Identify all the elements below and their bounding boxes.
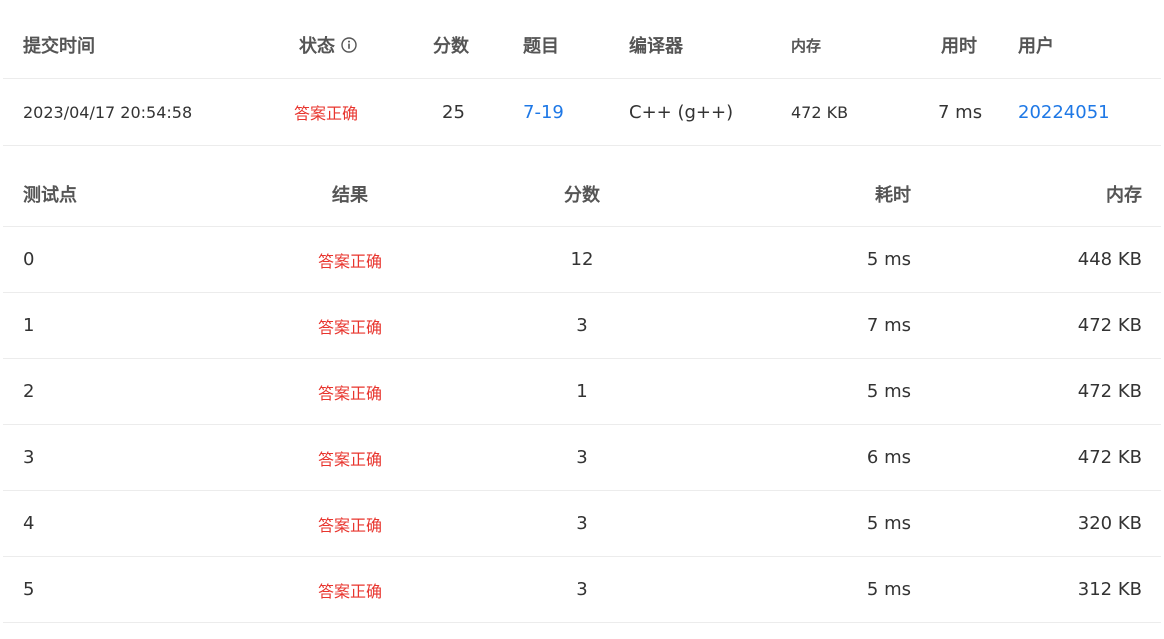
submission-row: 2023/04/17 20:54:58 答案正确 25 7-19 C++ (g+… bbox=[3, 79, 1161, 146]
testcase-result: 答案正确 bbox=[317, 251, 382, 271]
testcase-id: 1 bbox=[23, 315, 35, 336]
header-user: 用户 bbox=[1018, 36, 1054, 57]
header-testcase-time: 耗时 bbox=[875, 184, 911, 206]
header-submit-time: 提交时间 bbox=[23, 36, 95, 57]
header-memory: 内存 bbox=[791, 36, 822, 55]
user-link[interactable]: 20224051 bbox=[1018, 79, 1110, 145]
submission-score: 25 bbox=[442, 101, 465, 123]
testcase-time: 5 ms bbox=[866, 249, 911, 270]
header-status: 状态 bbox=[299, 12, 357, 78]
header-compiler: 编译器 bbox=[629, 36, 683, 57]
compiler-value: C++ (g++) bbox=[629, 101, 734, 123]
testcase-id: 2 bbox=[23, 381, 35, 402]
memory-value: 472 KB bbox=[791, 102, 849, 122]
testcase-score: 3 bbox=[576, 579, 588, 600]
testcase-time: 7 ms bbox=[866, 315, 911, 336]
submission-header-row: 提交时间 状态 分数 题目 编译器 内存 用时 用户 bbox=[3, 12, 1161, 79]
testcase-result: 答案正确 bbox=[317, 317, 382, 337]
table-row: 2 答案正确 1 5 ms 472 KB bbox=[3, 359, 1161, 425]
testcase-time: 5 ms bbox=[866, 513, 911, 534]
testcase-memory: 472 KB bbox=[1077, 447, 1142, 468]
testcase-time: 6 ms bbox=[866, 447, 911, 468]
header-elapsed: 用时 bbox=[941, 36, 977, 57]
problem-link[interactable]: 7-19 bbox=[523, 79, 564, 145]
testcase-result: 答案正确 bbox=[317, 449, 382, 469]
testcase-result: 答案正确 bbox=[317, 383, 382, 403]
testcase-score: 3 bbox=[576, 315, 588, 336]
testcase-memory: 312 KB bbox=[1077, 579, 1142, 600]
table-row: 3 答案正确 3 6 ms 472 KB bbox=[3, 425, 1161, 491]
testcase-memory: 472 KB bbox=[1077, 315, 1142, 336]
info-circle-icon[interactable] bbox=[341, 37, 357, 53]
status-badge: 答案正确 bbox=[294, 104, 359, 123]
testcase-id: 3 bbox=[23, 447, 35, 468]
table-row: 5 答案正确 3 5 ms 312 KB bbox=[3, 557, 1161, 623]
testcase-id: 0 bbox=[23, 249, 35, 270]
table-row: 0 答案正确 12 5 ms 448 KB bbox=[3, 227, 1161, 293]
header-testcase-memory: 内存 bbox=[1106, 184, 1142, 206]
testcase-time: 5 ms bbox=[866, 579, 911, 600]
testcase-score: 3 bbox=[576, 513, 588, 534]
testcase-header-row: 测试点 结果 分数 耗时 内存 bbox=[3, 161, 1161, 227]
testcase-id: 4 bbox=[23, 513, 35, 534]
header-score: 分数 bbox=[433, 36, 469, 57]
testcase-score: 1 bbox=[576, 381, 588, 402]
header-testcase-score: 分数 bbox=[564, 184, 600, 206]
submit-time: 2023/04/17 20:54:58 bbox=[23, 102, 193, 122]
header-testcase-id: 测试点 bbox=[23, 184, 77, 206]
testcase-memory: 472 KB bbox=[1077, 381, 1142, 402]
testcase-time: 5 ms bbox=[866, 381, 911, 402]
testcase-result: 答案正确 bbox=[317, 515, 382, 535]
submission-table: 提交时间 状态 分数 题目 编译器 内存 用时 用户 2023/04/17 20… bbox=[3, 12, 1161, 146]
testcase-body: 0 答案正确 12 5 ms 448 KB 1 答案正确 3 7 ms 472 … bbox=[3, 227, 1161, 623]
header-problem: 题目 bbox=[523, 36, 559, 57]
elapsed-value: 7 ms bbox=[938, 101, 983, 123]
testcase-table: 测试点 结果 分数 耗时 内存 0 答案正确 12 5 ms 448 KB 1 … bbox=[3, 161, 1161, 623]
testcase-id: 5 bbox=[23, 579, 35, 600]
table-row: 1 答案正确 3 7 ms 472 KB bbox=[3, 293, 1161, 359]
testcase-score: 3 bbox=[576, 447, 588, 468]
testcase-memory: 448 KB bbox=[1077, 249, 1142, 270]
testcase-memory: 320 KB bbox=[1077, 513, 1142, 534]
header-status-label: 状态 bbox=[299, 36, 335, 57]
header-testcase-result: 结果 bbox=[332, 184, 368, 206]
table-row: 4 答案正确 3 5 ms 320 KB bbox=[3, 491, 1161, 557]
testcase-result: 答案正确 bbox=[317, 581, 382, 601]
testcase-score: 12 bbox=[570, 249, 594, 270]
